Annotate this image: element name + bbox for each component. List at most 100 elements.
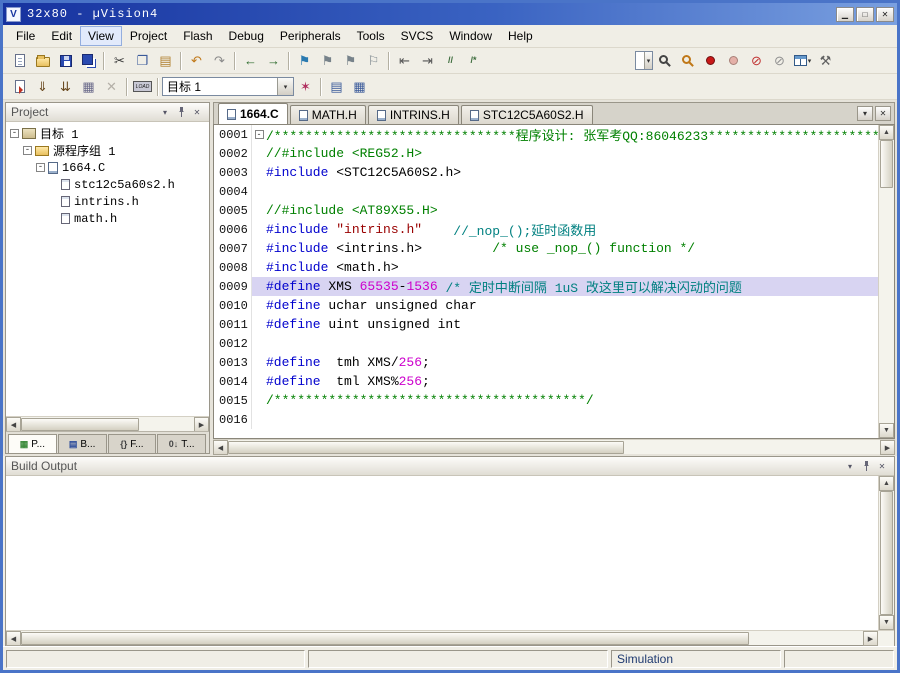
close-icon[interactable]: ✕	[190, 106, 204, 119]
line-number[interactable]: 0001	[214, 125, 252, 144]
editor-tab-stc12c5a60s2-h[interactable]: STC12C5A60S2.H	[461, 105, 593, 124]
code-line-0003[interactable]: 0003#include <STC12C5A60S2.h>	[214, 163, 878, 182]
chevron-down-icon[interactable]: ▾	[277, 78, 293, 95]
debug-windows-button[interactable]: ▾	[791, 50, 814, 71]
cut-button[interactable]: ✂	[108, 50, 131, 71]
scroll-up-button[interactable]: ▲	[879, 476, 894, 491]
indent-button[interactable]: ⇥	[416, 50, 439, 71]
tree-item-source-group-1[interactable]: -源程序组 1	[6, 142, 209, 159]
build-output-vertical-scrollbar[interactable]: ▲ ▼	[878, 476, 894, 630]
chevron-down-icon[interactable]: ▾	[644, 52, 652, 69]
fold-collapse-icon[interactable]: -	[255, 130, 264, 139]
code-line-0006[interactable]: 0006#include "intrins.h" //_nop_();延时函数用	[214, 220, 878, 239]
toggle-breakpoint-button[interactable]	[722, 50, 745, 71]
code-line-0014[interactable]: 0014#define tml XMS%256;	[214, 372, 878, 391]
line-number[interactable]: 0007	[214, 239, 252, 258]
tab-list-dropdown-icon[interactable]: ▾	[857, 106, 873, 121]
app-icon[interactable]: V	[6, 7, 21, 22]
close-button[interactable]: ✕	[876, 7, 894, 22]
menu-edit[interactable]: Edit	[43, 26, 80, 46]
line-number[interactable]: 0008	[214, 258, 252, 277]
search-button[interactable]	[676, 50, 699, 71]
scroll-right-button[interactable]: ▶	[194, 417, 209, 432]
comment-button[interactable]: //	[439, 50, 462, 71]
save-button[interactable]	[54, 50, 77, 71]
scroll-thumb[interactable]	[880, 140, 893, 188]
line-number[interactable]: 0009	[214, 277, 252, 296]
line-number[interactable]: 0004	[214, 182, 252, 201]
pin-icon[interactable]	[859, 460, 873, 473]
uncomment-button[interactable]: /*	[462, 50, 485, 71]
books-tab[interactable]: ▤B...	[58, 434, 107, 453]
nav-forward-button[interactable]: →	[262, 50, 285, 71]
save-all-button[interactable]	[77, 50, 100, 71]
expander-icon[interactable]: -	[10, 129, 19, 138]
download-button[interactable]: LOAD	[131, 76, 154, 97]
code-lines[interactable]: 0001-/*******************************程序设…	[214, 125, 878, 438]
rebuild-button[interactable]: ⇊	[54, 76, 77, 97]
close-icon[interactable]: ✕	[875, 460, 889, 473]
menu-window[interactable]: Window	[441, 26, 500, 46]
line-number[interactable]: 0012	[214, 334, 252, 353]
copy-button[interactable]: ❐	[131, 50, 154, 71]
disable-breakpoints-button[interactable]: ⊘	[768, 50, 791, 71]
menu-peripherals[interactable]: Peripherals	[272, 26, 349, 46]
scroll-thumb[interactable]	[880, 491, 893, 615]
nav-back-button[interactable]: ←	[239, 50, 262, 71]
paste-button[interactable]: ▤	[154, 50, 177, 71]
menu-flash[interactable]: Flash	[175, 26, 220, 46]
find-in-files-button[interactable]	[653, 50, 676, 71]
tree-item-target-1[interactable]: -目标 1	[6, 125, 209, 142]
scroll-right-button[interactable]: ▶	[863, 631, 878, 646]
maximize-button[interactable]: □	[856, 7, 874, 22]
build-output-text[interactable]	[6, 476, 878, 630]
scroll-thumb[interactable]	[228, 441, 624, 454]
project-tab[interactable]: ▦P...	[8, 434, 57, 453]
code-line-0013[interactable]: 0013#define tmh XMS/256;	[214, 353, 878, 372]
scroll-left-button[interactable]: ◀	[213, 440, 228, 455]
code-line-0008[interactable]: 0008#include <math.h>	[214, 258, 878, 277]
editor-vertical-scrollbar[interactable]: ▲ ▼	[878, 125, 894, 438]
line-number[interactable]: 0011	[214, 315, 252, 334]
tree-item-intrins-h[interactable]: intrins.h	[6, 193, 209, 210]
scroll-down-button[interactable]: ▼	[879, 615, 894, 630]
stop-build-button[interactable]: ✕	[100, 76, 123, 97]
menu-svcs[interactable]: SVCS	[393, 26, 442, 46]
panel-menu-icon[interactable]: ▾	[158, 106, 172, 119]
code-line-0015[interactable]: 0015/***********************************…	[214, 391, 878, 410]
tree-item-stc12c5a60s2-h[interactable]: stc12c5a60s2.h	[6, 176, 209, 193]
code-line-0002[interactable]: 0002//#include <REG52.H>	[214, 144, 878, 163]
line-number[interactable]: 0016	[214, 410, 252, 429]
translate-file-button[interactable]	[8, 76, 31, 97]
bookmark-prev-button[interactable]: ⚑	[316, 50, 339, 71]
batch-build-button[interactable]: ▦	[77, 76, 100, 97]
tree-item-1664-c[interactable]: -1664.C	[6, 159, 209, 176]
scroll-thumb[interactable]	[21, 418, 139, 431]
target-options-button[interactable]: ✶	[294, 76, 317, 97]
menu-debug[interactable]: Debug	[221, 26, 272, 46]
close-document-icon[interactable]: ✕	[875, 106, 891, 121]
editor-tab-intrins-h[interactable]: INTRINS.H	[368, 105, 459, 124]
project-horizontal-scrollbar[interactable]: ◀ ▶	[6, 416, 209, 431]
editor-tab-1664-c[interactable]: 1664.C	[218, 103, 288, 124]
pin-icon[interactable]	[174, 106, 188, 119]
line-number[interactable]: 0015	[214, 391, 252, 410]
code-line-0012[interactable]: 0012	[214, 334, 878, 353]
build-button[interactable]: ⇓	[31, 76, 54, 97]
configure-button[interactable]: ⚒	[814, 50, 837, 71]
bookmark-next-button[interactable]: ⚑	[339, 50, 362, 71]
templates-tab[interactable]: 0↓T...	[157, 434, 206, 453]
bookmark-toggle-button[interactable]: ⚑	[293, 50, 316, 71]
scroll-thumb[interactable]	[21, 632, 749, 645]
panel-menu-icon[interactable]: ▾	[843, 460, 857, 473]
line-number[interactable]: 0006	[214, 220, 252, 239]
code-line-0009[interactable]: 0009#define XMS 65535-1536 /* 定时中断间隔 1uS…	[214, 277, 878, 296]
code-line-0011[interactable]: 0011#define uint unsigned int	[214, 315, 878, 334]
scroll-right-button[interactable]: ▶	[880, 440, 895, 455]
menu-help[interactable]: Help	[500, 26, 541, 46]
menu-project[interactable]: Project	[122, 26, 175, 46]
menu-tools[interactable]: Tools	[349, 26, 393, 46]
line-number[interactable]: 0014	[214, 372, 252, 391]
manage-workspace-button[interactable]: ▦	[348, 76, 371, 97]
new-file-button[interactable]	[8, 50, 31, 71]
